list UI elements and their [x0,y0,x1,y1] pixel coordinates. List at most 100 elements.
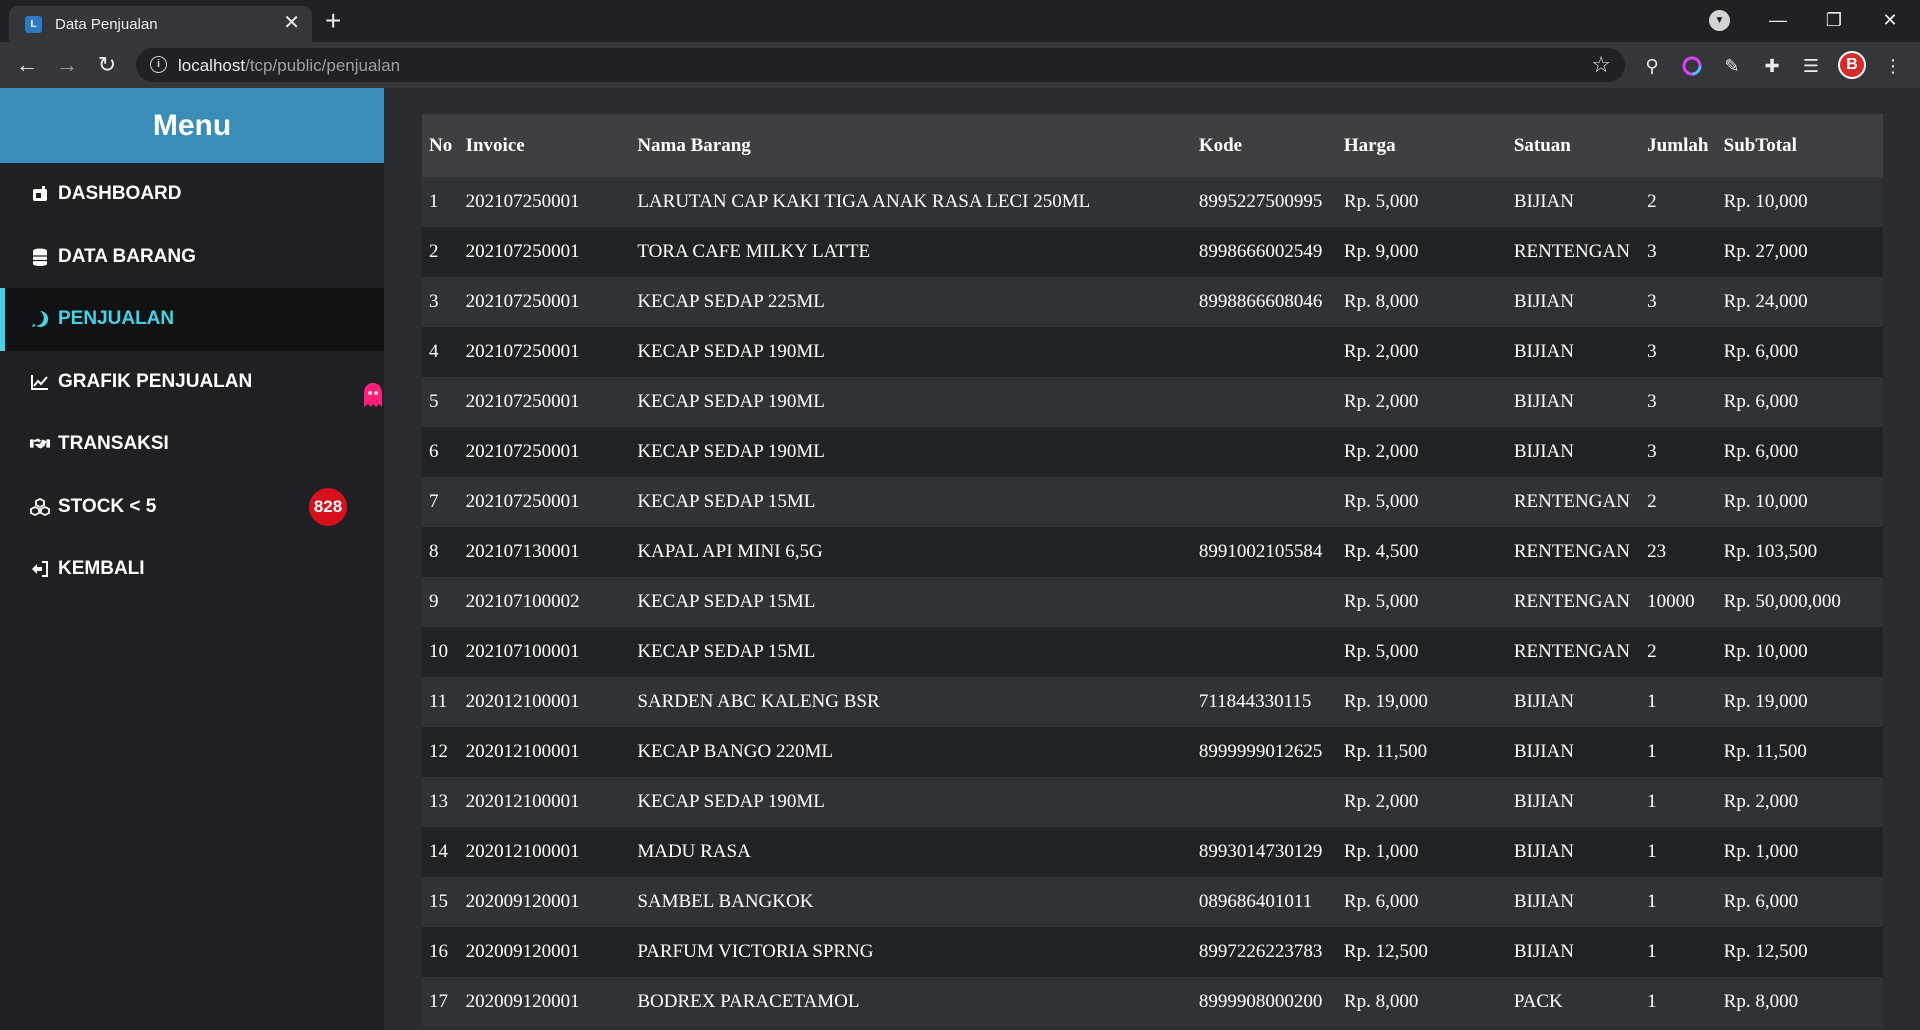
forward-icon[interactable]: → [52,50,82,80]
cell-nama-barang: KECAP SEDAP 190ML [637,341,825,362]
cell-kode [1192,777,1337,827]
sidebar-item-data-barang[interactable]: DATA BARANG [0,226,384,289]
cell-kode [1192,477,1337,527]
cell-no: 14 [429,841,448,862]
cell-invoice: 202009120001 [465,941,580,962]
table-row[interactable]: 8 202107130001 KAPAL API MINI 6,5G 89910021… [422,527,1883,577]
cell-no: 12 [429,741,448,762]
extensions-puzzle-icon[interactable]: ✚ [1760,54,1784,78]
column-header-subtotal: SubTotal [1723,134,1797,156]
sidebar-item-dashboard[interactable]: DASHBOARD [0,163,384,226]
table-row[interactable]: 15 202009120001 SAMBEL BANGKOK 089686401011… [422,877,1883,927]
table-row[interactable]: 7 202107250001 KECAP SEDAP 15ML Rp. 5,000 RE… [422,477,1883,527]
stock-count-badge: 828 [309,487,347,526]
table-row[interactable]: 3 202107250001 KECAP SEDAP 225ML 8998866608… [422,277,1883,327]
bookmark-star-icon[interactable]: ☆ [1591,52,1611,78]
cell-jumlah: 1 [1647,841,1657,862]
table-row[interactable]: 10 202107100001 KECAP SEDAP 15ML Rp. 5,000 R… [422,627,1883,677]
reload-icon[interactable]: ↻ [92,50,122,80]
profile-avatar[interactable]: B [1838,51,1866,79]
cell-kode: 8995227500995 [1198,191,1323,212]
cell-nama-barang: PARFUM VICTORIA SPRNG [637,941,874,962]
ghost-widget-icon[interactable] [362,382,384,408]
cell-no: 16 [429,941,448,962]
cell-kode [1192,377,1337,427]
sidebar-item-grafik-penjualan[interactable]: GRAFIK PENJUALAN [0,351,384,414]
table-row[interactable]: 13 202012100001 KECAP SEDAP 190ML Rp. 2,000… [422,777,1883,827]
cell-kode [1192,577,1337,627]
cell-jumlah: 1 [1647,891,1657,912]
table-row[interactable]: 16 202009120001 PARFUM VICTORIA SPRNG 89972… [422,927,1883,977]
sidebar-item-transaksi[interactable]: TRANSAKSI [0,413,384,476]
more-menu-icon[interactable]: ⋮ [1881,54,1905,78]
table-row[interactable]: 9 202107100002 KECAP SEDAP 15ML Rp. 5,000 RE… [422,577,1883,627]
reading-list-icon[interactable]: ☰ [1799,54,1823,78]
cell-satuan: RENTENGAN [1513,241,1630,262]
cell-no: 8 [429,541,439,562]
table-row[interactable]: 17 202009120001 BODREX PARACETAMOL 89999080… [422,977,1883,1027]
info-icon[interactable]: i [150,56,167,73]
cell-harga: Rp. 5,000 [1343,591,1419,612]
cubes-icon [30,497,50,517]
cell-subtotal: Rp. 1,000 [1723,841,1799,862]
table-row[interactable]: 5 202107250001 KECAP SEDAP 190ML Rp. 2,000 B… [422,377,1883,427]
sidebar-header: Menu [0,88,384,163]
cell-nama-barang: KECAP SEDAP 15ML [637,591,816,612]
table-row[interactable]: 4 202107250001 KECAP SEDAP 190ML Rp. 2,000 B… [422,327,1883,377]
main-content: No Invoice Nama Barang Kode Harga Satuan Jumla… [384,88,1920,1030]
cell-nama-barang: SARDEN ABC KALENG BSR [637,691,880,712]
column-header-no: No [429,134,453,156]
cell-subtotal: Rp. 24,000 [1723,291,1808,312]
cell-satuan: BIJIAN [1513,341,1574,362]
cell-jumlah: 1 [1647,791,1657,812]
address-bar[interactable]: i localhost/tcp/public/penjualan ☆ [136,48,1625,82]
location-pin-icon[interactable]: ⚲ [1640,54,1664,78]
browser-tab[interactable]: L Data Penjualan ✕ [9,6,312,42]
dashboard-icon [30,184,50,204]
table-body: 1 202107250001 LARUTAN CAP KAKI TIGA ANAK … [422,177,1883,1027]
cell-harga: Rp. 11,500 [1343,741,1428,762]
cell-harga: Rp. 5,000 [1343,491,1419,512]
table-row[interactable]: 14 202012100001 MADU RASA 8993014730129 Rp. … [422,827,1883,877]
sidebar-item-stock[interactable]: STOCK < 5 828 [0,476,384,539]
pen-extension-icon[interactable]: ✎ [1720,54,1744,78]
cell-nama-barang: KECAP BANGO 220ML [637,741,833,762]
cell-harga: Rp. 2,000 [1343,341,1419,362]
minimize-button[interactable]: — [1750,0,1806,40]
sidebar-item-label: GRAFIK PENJUALAN [58,370,253,392]
url-text[interactable]: localhost/tcp/public/penjualan [178,56,400,76]
cell-no: 9 [429,591,439,612]
cell-subtotal: Rp. 6,000 [1723,441,1799,462]
close-window-button[interactable]: ✕ [1862,0,1918,40]
cell-satuan: BIJIAN [1513,691,1574,712]
cell-kode [1192,327,1337,377]
tab-search-icon[interactable]: ▼ [1709,10,1730,31]
table-row[interactable]: 6 202107250001 KECAP SEDAP 190ML Rp. 2,000 B… [422,427,1883,477]
cell-invoice: 202012100001 [465,691,580,712]
sidebar-item-penjualan[interactable]: $ PENJUALAN [0,288,384,351]
cell-invoice: 202107250001 [465,441,580,462]
cell-harga: Rp. 5,000 [1343,191,1419,212]
cell-subtotal: Rp. 10,000 [1723,491,1808,512]
cell-no: 5 [429,391,439,412]
sidebar: Menu DASHBOARD DATA BARANG $ PENJUALAN G… [0,88,384,1030]
table-row[interactable]: 1 202107250001 LARUTAN CAP KAKI TIGA ANAK … [422,177,1883,227]
restore-button[interactable]: ❐ [1806,0,1862,40]
back-icon[interactable]: ← [12,50,42,80]
color-picker-extension-icon[interactable] [1680,54,1704,78]
cell-kode: 8997226223783 [1198,941,1323,962]
table-row[interactable]: 12 202012100001 KECAP BANGO 220ML 899999901… [422,727,1883,777]
new-tab-button[interactable]: + [325,5,341,37]
table-row[interactable]: 11 202012100001 SARDEN ABC KALENG BSR 71184… [422,677,1883,727]
cell-no: 10 [429,641,448,662]
cell-jumlah: 3 [1647,291,1657,312]
cell-nama-barang: KAPAL API MINI 6,5G [637,541,823,562]
cell-jumlah: 2 [1647,641,1657,662]
sidebar-item-kembali[interactable]: KEMBALI [0,538,384,601]
table-row[interactable]: 2 202107250001 TORA CAFE MILKY LATTE 899866… [422,227,1883,277]
cell-satuan: BIJIAN [1513,291,1574,312]
cell-kode [1192,627,1337,677]
cell-invoice: 202107250001 [465,241,580,262]
close-tab-icon[interactable]: ✕ [283,12,300,34]
cell-jumlah: 2 [1647,191,1657,212]
